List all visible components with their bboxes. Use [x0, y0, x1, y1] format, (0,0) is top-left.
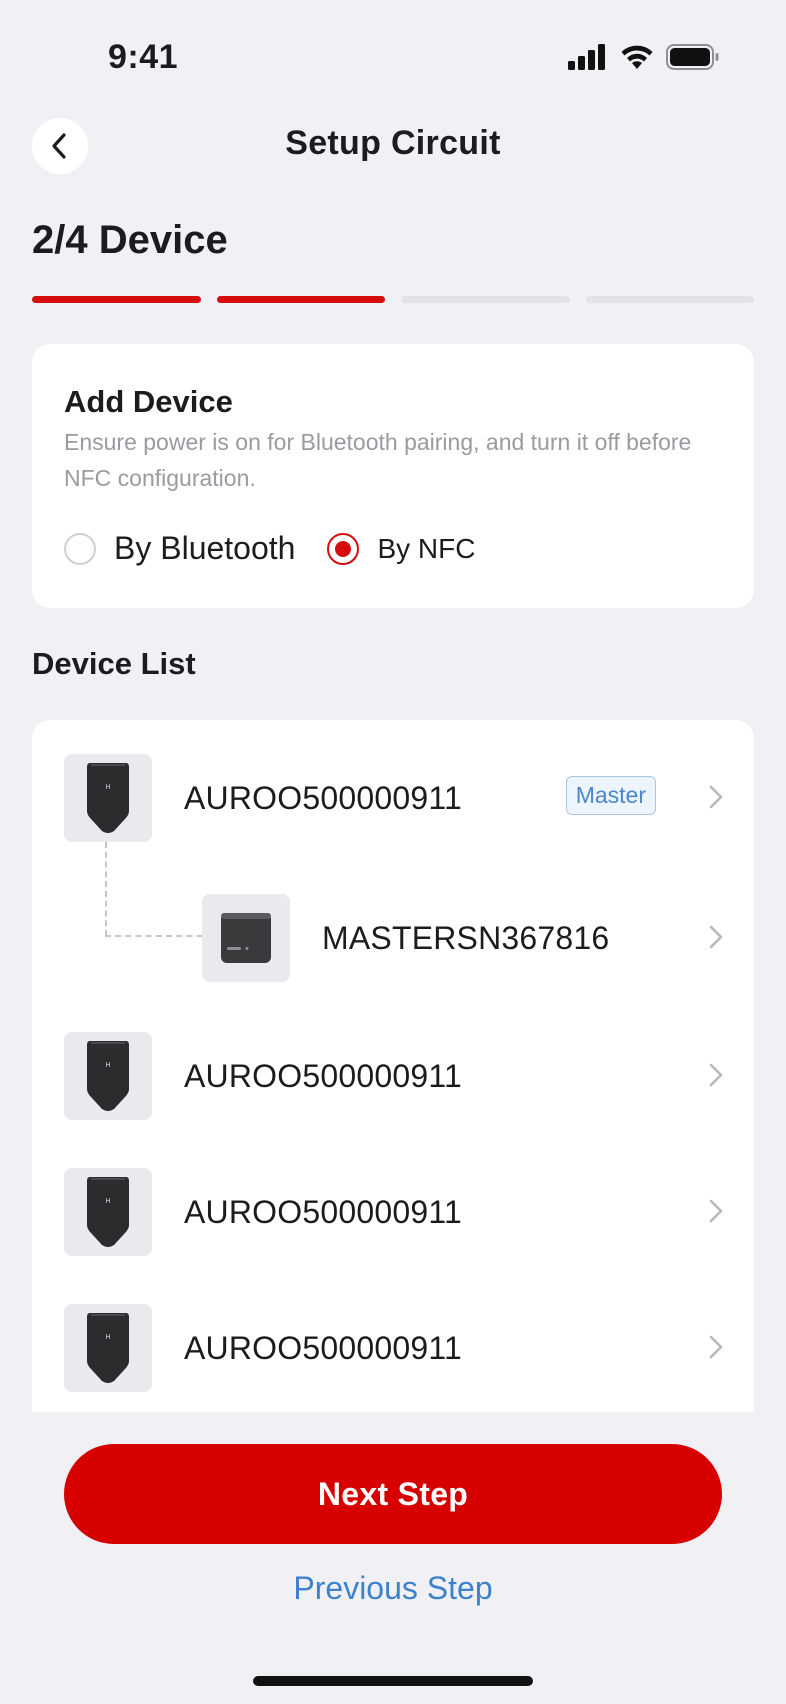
device-list-title: Device List [32, 646, 196, 681]
svg-text:H: H [105, 1334, 110, 1341]
page-title: Setup Circuit [285, 124, 501, 162]
meter-thumbnail [202, 894, 290, 982]
status-time: 9:41 [108, 38, 179, 76]
device-name: AUROO500000911 [184, 1058, 462, 1094]
device-list: H AUROO500000911 Master MASTERSN367816 H… [32, 720, 754, 1412]
add-device-description: Ensure power is on for Bluetooth pairing… [64, 429, 692, 491]
charger-thumbnail: H [64, 1032, 152, 1120]
charger-thumbnail: H [64, 754, 152, 842]
device-name: MASTERSN367816 [322, 920, 610, 956]
device-row[interactable]: H AUROO500000911 [32, 1304, 754, 1392]
device-row[interactable]: H AUROO500000911 [32, 1032, 754, 1120]
device-row-master[interactable]: H AUROO500000911 Master [32, 754, 754, 842]
add-device-title: Add Device [64, 384, 233, 419]
status-icons [568, 44, 720, 70]
next-step-button[interactable]: Next Step [64, 1444, 722, 1544]
device-name: AUROO500000911 [184, 1194, 462, 1230]
wifi-icon [621, 45, 653, 69]
pairing-method-group: By Bluetooth By NFC [64, 530, 507, 567]
master-badge: Master [565, 776, 656, 815]
device-row[interactable]: H AUROO500000911 [32, 1168, 754, 1256]
radio-checked-icon[interactable] [327, 532, 360, 565]
charger-thumbnail: H [64, 1168, 152, 1256]
radio-label-nfc: By NFC [377, 532, 476, 564]
chevron-right-icon [709, 1063, 723, 1087]
meter-icon [221, 913, 271, 963]
charger-icon: H [87, 1313, 129, 1383]
chevron-right-icon [709, 1199, 723, 1223]
progress-segment-3 [401, 296, 570, 303]
radio-unchecked-icon[interactable] [64, 532, 96, 565]
device-name: AUROO500000911 [184, 1330, 462, 1366]
progress-segment-4 [585, 296, 754, 303]
status-bar: 9:41 [0, 0, 786, 116]
signal-icon [568, 44, 605, 70]
device-name: AUROO500000911 [184, 780, 462, 816]
chevron-right-icon [709, 1335, 723, 1359]
battery-icon [666, 44, 719, 70]
chevron-right-icon [709, 925, 723, 949]
charger-icon: H [87, 763, 129, 833]
previous-step-link[interactable]: Previous Step [0, 1570, 786, 1607]
progress-segment-2 [216, 296, 385, 303]
chevron-right-icon [709, 785, 723, 809]
radio-label-bluetooth: By Bluetooth [114, 530, 296, 566]
charger-icon: H [87, 1177, 129, 1247]
radio-option-bluetooth[interactable]: By Bluetooth [64, 530, 295, 567]
add-device-card: Add Device Ensure power is on for Blueto… [32, 344, 754, 608]
step-progress [32, 296, 754, 303]
radio-option-nfc[interactable]: By NFC [327, 532, 476, 565]
device-row-child[interactable]: MASTERSN367816 [32, 894, 754, 982]
charger-icon: H [87, 1041, 129, 1111]
home-indicator [253, 1676, 533, 1686]
step-title: 2/4 Device [32, 218, 228, 262]
svg-text:H: H [105, 1062, 110, 1069]
charger-thumbnail: H [64, 1304, 152, 1392]
progress-segment-1 [32, 296, 201, 303]
svg-text:H: H [105, 784, 110, 791]
svg-text:H: H [105, 1198, 110, 1205]
